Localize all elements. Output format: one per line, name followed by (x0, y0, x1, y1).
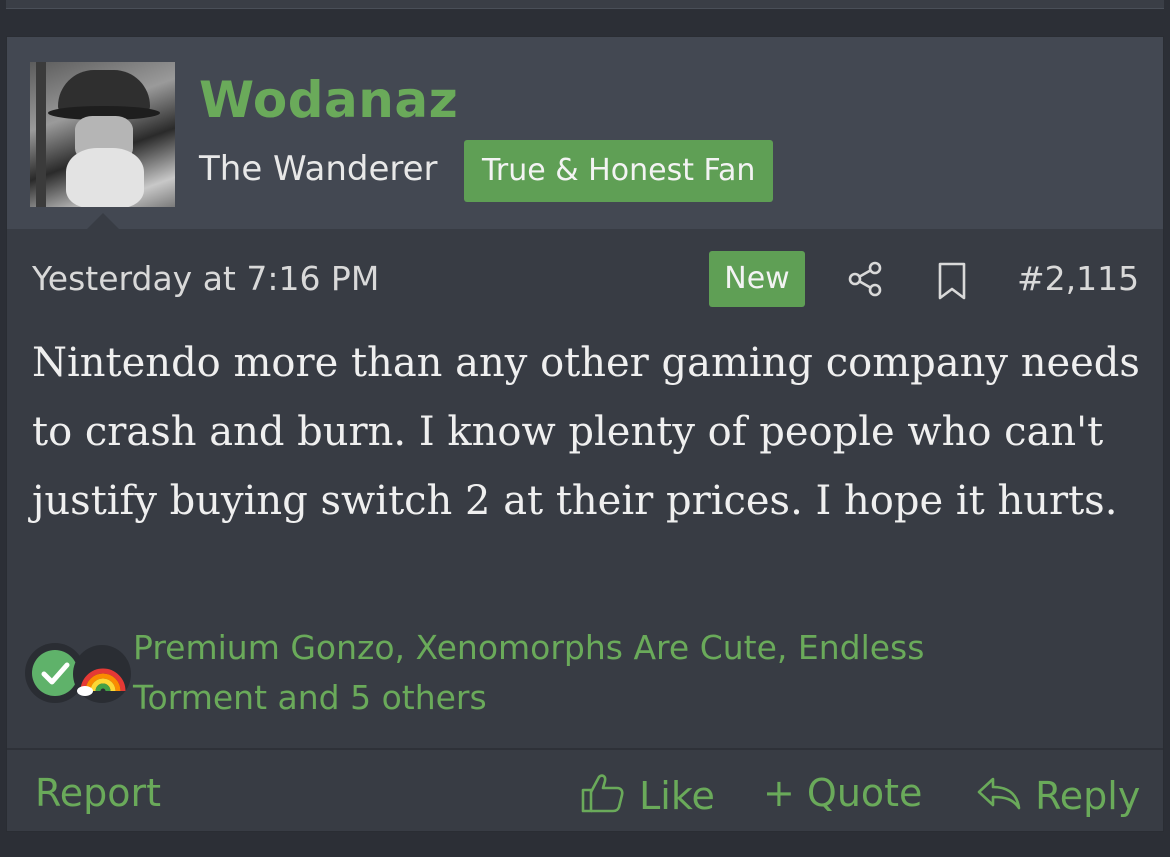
username-link[interactable]: Wodanaz (199, 71, 458, 129)
reply-label: Reply (1035, 774, 1141, 818)
post-timestamp[interactable]: Yesterday at 7:16 PM (32, 259, 379, 298)
reactions-list-link[interactable]: Premium Gonzo, Xenomorphs Are Cute, Endl… (133, 623, 1033, 723)
header-pointer (87, 213, 119, 229)
user-title: The Wanderer (199, 149, 438, 189)
new-badge: New (709, 251, 805, 307)
user-banner-badge: True & Honest Fan (464, 140, 774, 202)
share-icon[interactable] (845, 259, 885, 299)
post-number-link[interactable]: #2,115 (1017, 259, 1139, 298)
reply-button[interactable]: Reply (975, 771, 1140, 818)
previous-post-edge (6, 0, 1164, 9)
reply-arrow-icon (977, 777, 1021, 810)
user-header: Wodanaz The Wanderer True & Honest Fan (7, 37, 1163, 229)
like-label: Like (639, 774, 715, 818)
bookmark-icon[interactable] (935, 261, 969, 301)
footer-divider (7, 748, 1163, 750)
reaction-icons[interactable] (25, 643, 131, 707)
thumbs-up-icon (581, 774, 624, 813)
post-body: Nintendo more than any other gaming comp… (32, 340, 1140, 524)
like-button[interactable]: Like (579, 771, 715, 818)
quote-button[interactable]: + Quote (763, 771, 922, 815)
report-link[interactable]: Report (35, 771, 161, 815)
forum-post: Wodanaz The Wanderer True & Honest Fan Y… (6, 36, 1164, 832)
avatar[interactable] (30, 62, 175, 207)
rainbow-icon (73, 645, 131, 703)
